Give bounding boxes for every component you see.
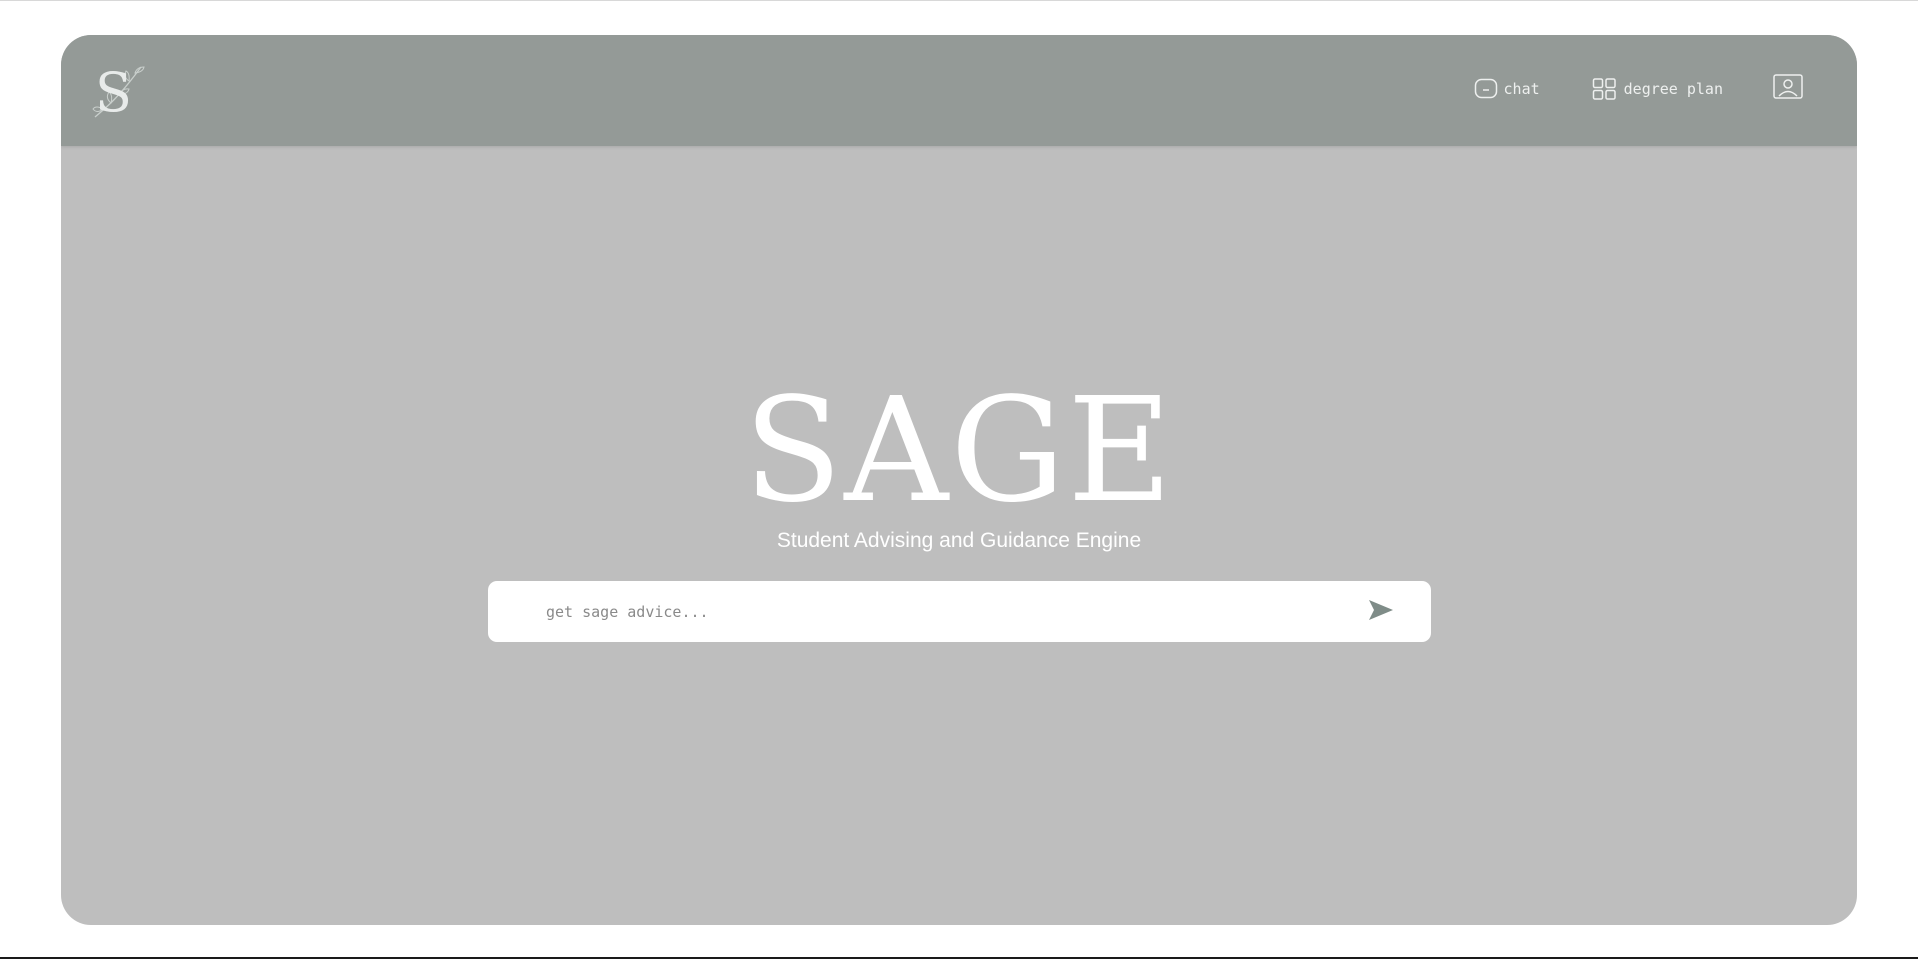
sage-logo[interactable]: S <box>89 57 149 124</box>
chat-bubble-icon <box>1474 78 1498 100</box>
top-border <box>0 0 1918 1</box>
sage-s-leaf-logo-icon: S <box>92 61 145 124</box>
send-button[interactable] <box>1367 599 1395 625</box>
main-nav: chat degree plan <box>1474 74 1803 104</box>
nav-degree-plan-label: degree plan <box>1623 80 1723 98</box>
hero-subtitle: Student Advising and Guidance Engine <box>776 529 1142 552</box>
grid-icon <box>1592 78 1618 100</box>
logo-letter: S <box>95 61 132 121</box>
header-bar: S chat degree plan <box>61 35 1857 146</box>
send-arrow-icon <box>1367 598 1395 627</box>
app-frame: S chat degree plan SAGE Student Advising… <box>61 35 1857 925</box>
nav-degree-plan[interactable]: degree plan <box>1592 78 1723 100</box>
search-input[interactable] <box>546 581 1326 642</box>
profile-button[interactable] <box>1773 74 1803 104</box>
hero-title: SAGE <box>743 366 1175 534</box>
nav-chat[interactable]: chat <box>1474 78 1540 100</box>
nav-chat-label: chat <box>1503 80 1540 98</box>
profile-icon <box>1773 74 1803 104</box>
search-bar <box>488 581 1431 642</box>
